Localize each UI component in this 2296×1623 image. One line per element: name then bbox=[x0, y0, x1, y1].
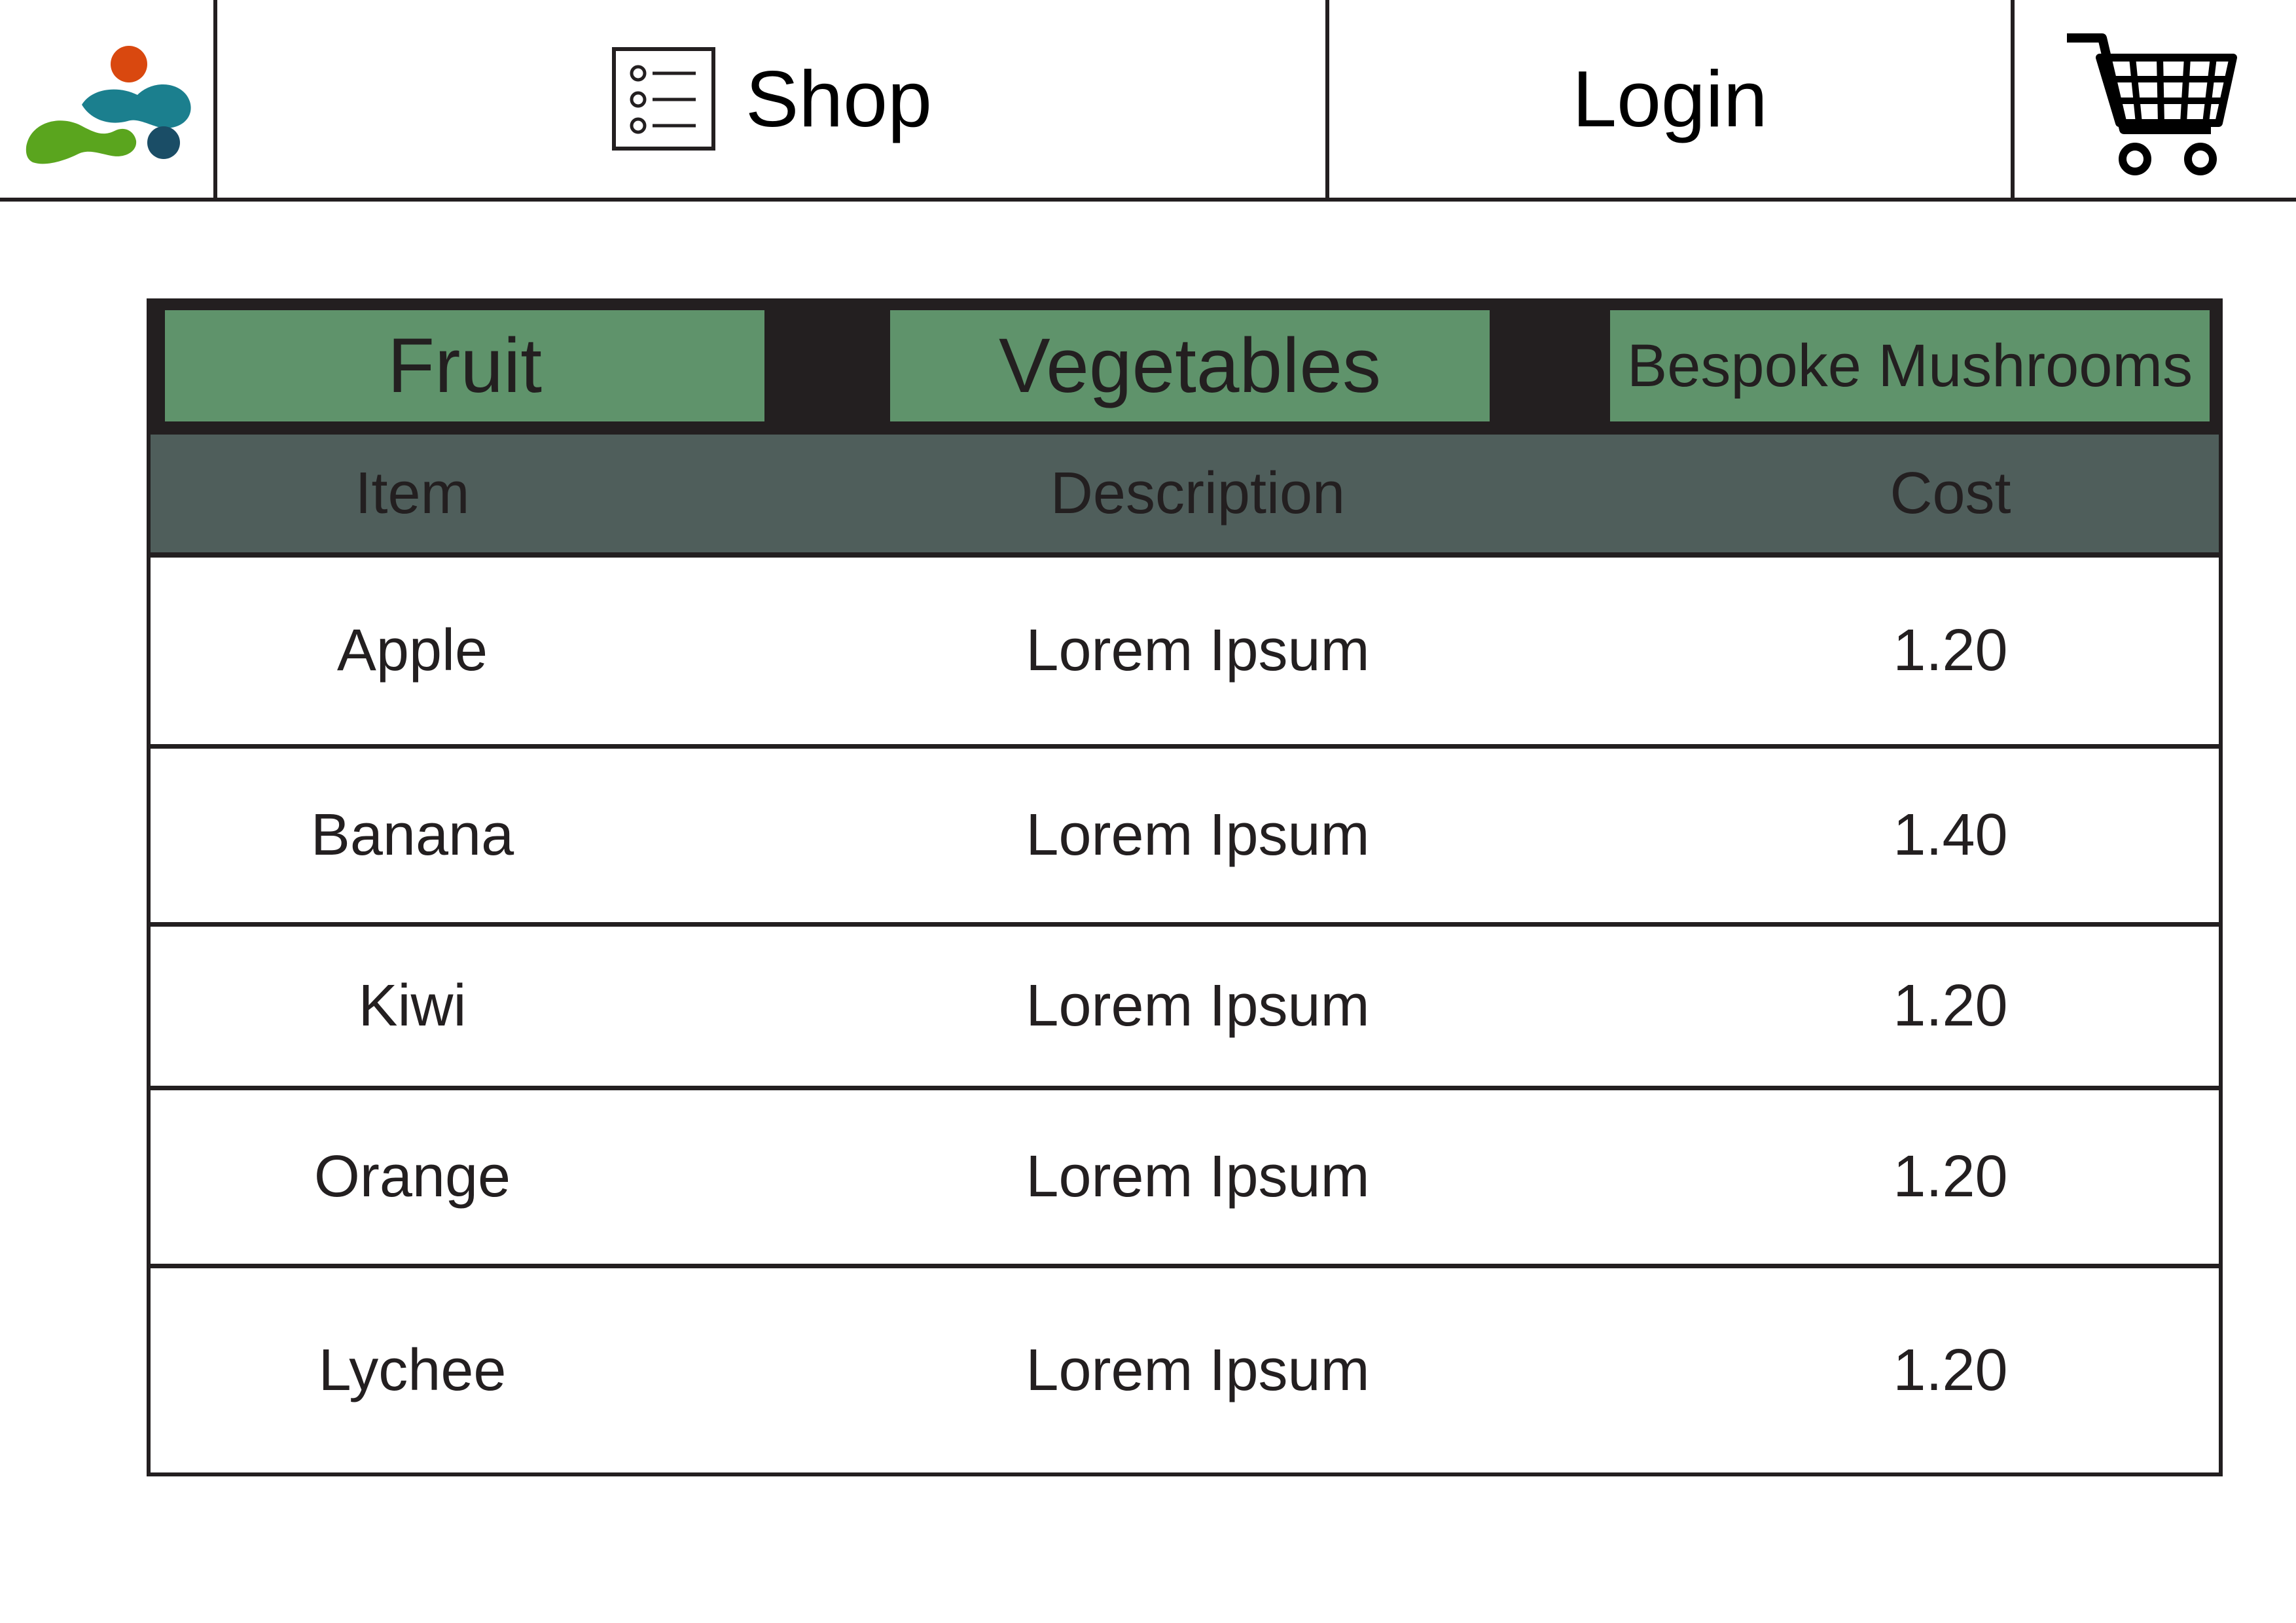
row-item: Kiwi bbox=[358, 973, 467, 1039]
app-logo[interactable] bbox=[20, 33, 209, 170]
cart-icon[interactable] bbox=[2062, 25, 2238, 185]
row-item: Orange bbox=[314, 1144, 511, 1209]
row-cost: 1.20 bbox=[1893, 1144, 2008, 1209]
table-header: Item Description Cost bbox=[151, 435, 2219, 558]
row-description: Lorem Ipsum bbox=[1026, 802, 1370, 868]
nav-login-label: Login bbox=[1572, 54, 1768, 143]
table-row[interactable]: Apple Lorem Ipsum 1.20 bbox=[151, 558, 2219, 749]
nav-shop-label: Shop bbox=[745, 54, 932, 143]
row-description: Lorem Ipsum bbox=[1026, 1144, 1370, 1209]
tab-bespoke-mushrooms[interactable]: Bespoke Mushrooms bbox=[1610, 310, 2210, 421]
nav-divider bbox=[2011, 0, 2015, 202]
table-row[interactable]: Kiwi Lorem Ipsum 1.20 bbox=[151, 927, 2219, 1090]
row-cost: 1.40 bbox=[1893, 802, 2008, 868]
row-description: Lorem Ipsum bbox=[1026, 618, 1370, 683]
product-panel: Fruit Vegetables Bespoke Mushrooms Item … bbox=[147, 298, 2223, 1476]
nav-shop[interactable]: Shop bbox=[219, 0, 1325, 198]
row-cost: 1.20 bbox=[1893, 1337, 2008, 1403]
row-item: Apple bbox=[336, 618, 488, 683]
nav-login[interactable]: Login bbox=[1329, 0, 2011, 198]
table-row[interactable]: Lychee Lorem Ipsum 1.20 bbox=[151, 1268, 2219, 1472]
top-nav-bar: Shop Login bbox=[0, 0, 2296, 202]
tab-fruit[interactable]: Fruit bbox=[165, 310, 764, 421]
column-header-cost: Cost bbox=[1890, 460, 2011, 526]
row-cost: 1.20 bbox=[1893, 618, 2008, 683]
column-header-item: Item bbox=[355, 460, 470, 526]
column-header-description: Description bbox=[1050, 460, 1346, 526]
row-item: Lychee bbox=[318, 1337, 507, 1403]
table-row[interactable]: Banana Lorem Ipsum 1.40 bbox=[151, 749, 2219, 927]
row-item: Banana bbox=[310, 802, 514, 868]
row-cost: 1.20 bbox=[1893, 973, 2008, 1039]
table-row[interactable]: Orange Lorem Ipsum 1.20 bbox=[151, 1090, 2219, 1268]
list-icon bbox=[612, 47, 716, 151]
row-description: Lorem Ipsum bbox=[1026, 1337, 1370, 1403]
category-tabs: Fruit Vegetables Bespoke Mushrooms bbox=[147, 298, 2223, 435]
tab-vegetables[interactable]: Vegetables bbox=[890, 310, 1490, 421]
row-description: Lorem Ipsum bbox=[1026, 973, 1370, 1039]
nav-divider bbox=[213, 0, 217, 202]
